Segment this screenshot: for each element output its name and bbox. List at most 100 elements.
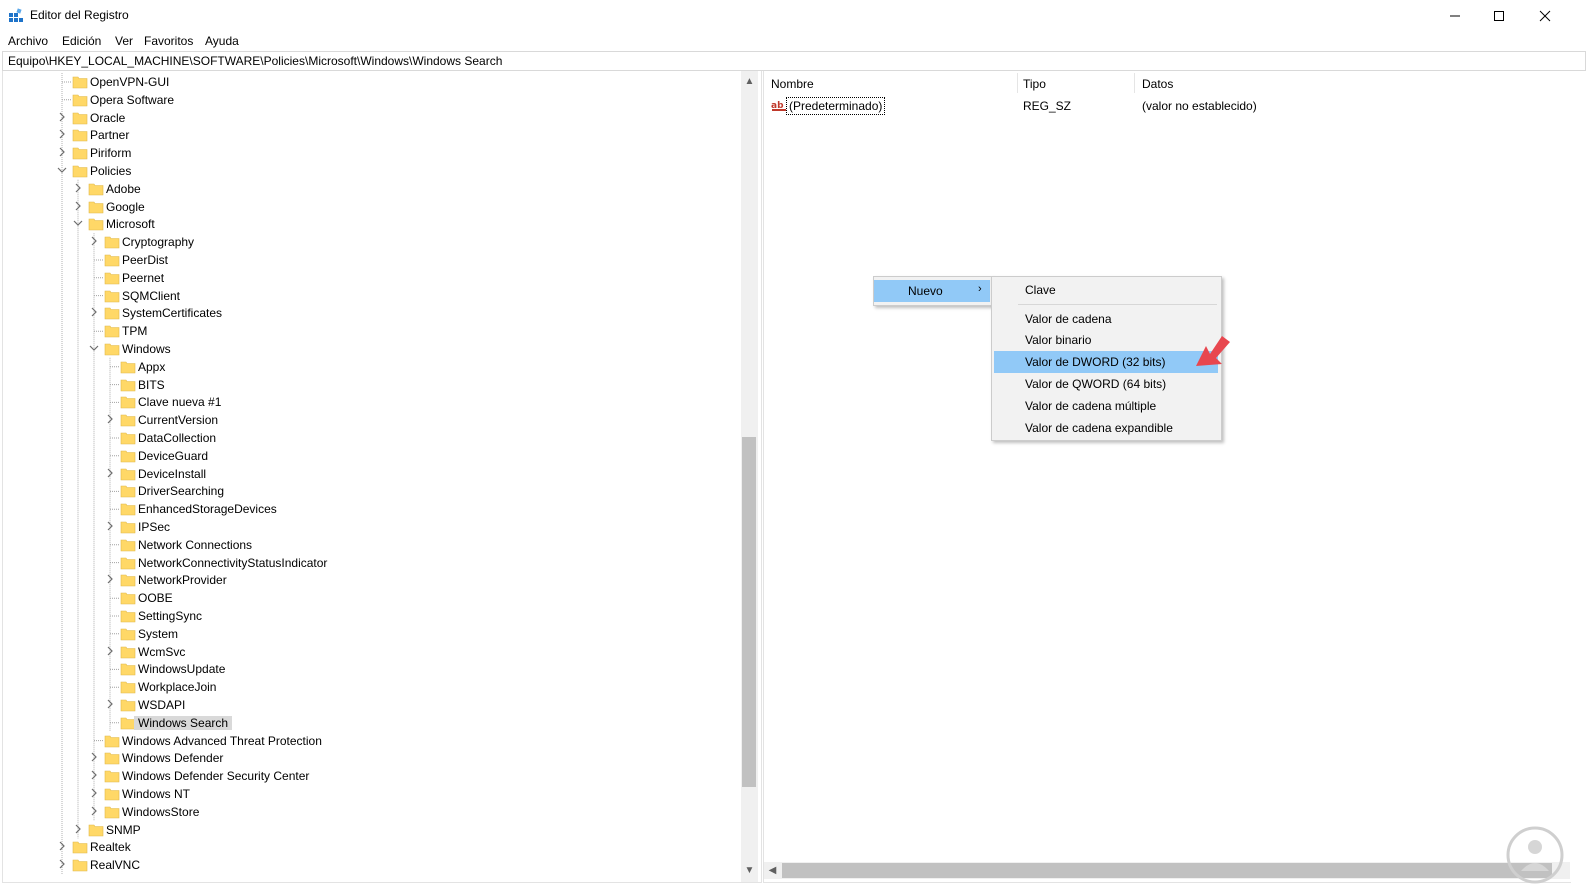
tree-item[interactable]: DeviceGuard [3,447,741,465]
tree-item[interactable]: CurrentVersion [3,411,741,429]
chevron-right-icon[interactable] [57,129,67,141]
chevron-right-icon[interactable] [105,521,115,533]
chevron-right-icon[interactable] [57,859,67,871]
tree-scrollbar-thumb[interactable] [742,437,756,787]
tree-item[interactable]: Windows [3,340,741,358]
menu-item-nuevo[interactable]: Nuevo › [874,280,990,302]
tree-item[interactable]: Windows Defender [3,749,741,767]
chevron-right-icon[interactable] [57,112,67,124]
chevron-down-icon[interactable] [89,343,99,355]
minimize-button[interactable] [1432,0,1478,31]
tree-item[interactable]: EnhancedStorageDevices [3,500,741,518]
tree-item-label: BITS [138,377,165,392]
column-nombre[interactable]: Nombre [771,77,814,91]
submenu-valor-dword[interactable]: Valor de DWORD (32 bits) [994,351,1218,373]
column-tipo[interactable]: Tipo [1023,77,1046,91]
chevron-right-icon[interactable] [89,752,99,764]
close-button[interactable] [1522,0,1568,31]
tree-item[interactable]: RealVNC [3,856,741,874]
submenu-valor-cadena[interactable]: Valor de cadena [992,308,1221,330]
tree-item[interactable]: DeviceInstall [3,465,741,483]
tree-item[interactable]: BITS [3,376,741,394]
tree-item[interactable]: Partner [3,126,741,144]
menu-favoritos[interactable]: Favoritos [144,34,193,48]
submenu-valor-multiple[interactable]: Valor de cadena múltiple [992,395,1221,417]
key-tree[interactable]: OpenVPN-GUI Opera Software Oracle Partner Pi… [2,71,762,883]
column-datos[interactable]: Datos [1142,77,1173,91]
tree-item[interactable]: WindowsStore [3,803,741,821]
tree-item[interactable]: NetworkConnectivityStatusIndicator [3,554,741,572]
tree-item[interactable]: Realtek [3,838,741,856]
chevron-right-icon[interactable] [89,806,99,818]
scroll-left-arrow-icon[interactable]: ◀ [764,862,781,879]
scroll-down-arrow-icon[interactable]: ▼ [741,862,758,879]
tree-item[interactable]: Microsoft [3,215,741,233]
tree-item[interactable]: WSDAPI [3,696,741,714]
chevron-right-icon[interactable] [89,307,99,319]
chevron-right-icon[interactable] [89,788,99,800]
chevron-right-icon[interactable] [57,147,67,159]
chevron-down-icon[interactable] [73,218,83,230]
tree-item[interactable]: SNMP [3,821,741,839]
chevron-right-icon[interactable] [105,414,115,426]
menu-ayuda[interactable]: Ayuda [205,34,239,48]
chevron-down-icon[interactable] [57,165,67,177]
tree-item[interactable]: Windows Search [3,714,741,732]
tree-item[interactable]: Cryptography [3,233,741,251]
values-list[interactable]: Nombre Tipo Datos ab (Predeterminado) RE… [763,71,1571,883]
tree-item[interactable]: Peernet [3,269,741,287]
tree-item[interactable]: OOBE [3,589,741,607]
tree-item[interactable]: TPM [3,322,741,340]
tree-item[interactable]: DriverSearching [3,482,741,500]
tree-item[interactable]: Adobe [3,180,741,198]
tree-item[interactable]: Opera Software [3,91,741,109]
list-scrollbar-thumb[interactable] [782,863,1552,878]
tree-item[interactable]: SettingSync [3,607,741,625]
tree-item[interactable]: Clave nueva #1 [3,393,741,411]
maximize-button[interactable] [1476,0,1522,31]
list-item[interactable]: ab (Predeterminado) REG_SZ (valor no est… [769,96,1569,116]
tree-item[interactable]: NetworkProvider [3,571,741,589]
tree-item[interactable]: System [3,625,741,643]
submenu-clave[interactable]: Clave [992,279,1221,301]
tree-item[interactable]: Windows NT [3,785,741,803]
tree-item[interactable]: SystemCertificates [3,304,741,322]
column-separator[interactable] [1134,73,1135,93]
chevron-right-icon[interactable] [73,201,83,213]
tree-item[interactable]: Google [3,198,741,216]
menu-ver[interactable]: Ver [115,34,133,48]
tree-item[interactable]: SQMClient [3,287,741,305]
menu-archivo[interactable]: Archivo [8,34,48,48]
chevron-right-icon[interactable] [57,841,67,853]
tree-item[interactable]: Oracle [3,109,741,127]
tree-item[interactable]: WorkplaceJoin [3,678,741,696]
tree-item[interactable]: Windows Defender Security Center [3,767,741,785]
tree-item-label: IPSec [138,520,171,534]
tree-item[interactable]: PeerDist [3,251,741,269]
address-bar[interactable]: Equipo\HKEY_LOCAL_MACHINE\SOFTWARE\Polic… [2,51,1586,71]
chevron-right-icon[interactable] [89,236,99,248]
chevron-right-icon[interactable] [105,699,115,711]
column-separator[interactable] [1017,73,1018,93]
tree-item[interactable]: Appx [3,358,741,376]
tree-item[interactable]: Piriform [3,144,741,162]
scroll-up-arrow-icon[interactable]: ▲ [741,73,758,90]
submenu-valor-expandible[interactable]: Valor de cadena expandible [992,417,1221,439]
submenu-valor-qword[interactable]: Valor de QWORD (64 bits) [992,373,1221,395]
tree-item[interactable]: OpenVPN-GUI [3,73,741,91]
tree-item[interactable]: WcmSvc [3,643,741,661]
chevron-right-icon[interactable] [105,574,115,586]
submenu-valor-binario[interactable]: Valor binario [992,329,1221,351]
menu-edicion[interactable]: Edición [62,34,101,48]
chevron-right-icon[interactable] [105,646,115,658]
tree-item[interactable]: Policies [3,162,741,180]
chevron-right-icon[interactable] [73,183,83,195]
chevron-right-icon[interactable] [105,468,115,480]
tree-item[interactable]: Network Connections [3,536,741,554]
tree-item[interactable]: DataCollection [3,429,741,447]
chevron-right-icon[interactable] [89,770,99,782]
tree-item[interactable]: WindowsUpdate [3,660,741,678]
tree-item[interactable]: Windows Advanced Threat Protection [3,732,741,750]
chevron-right-icon[interactable] [73,824,83,836]
tree-item[interactable]: IPSec [3,518,741,536]
